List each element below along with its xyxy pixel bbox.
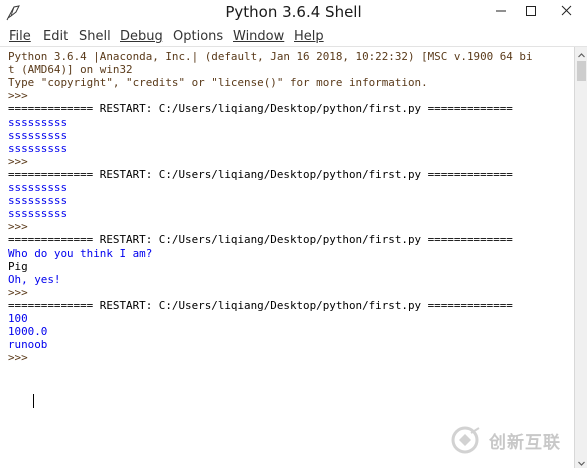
shell-line: Type "copyright", "credits" or "license(… <box>8 76 428 90</box>
shell-line: >>> <box>8 154 35 168</box>
menu-debug-label: Debug <box>120 29 163 44</box>
watermark: 创新互联 <box>449 425 577 455</box>
shell-text-area[interactable]: Python 3.6.4 |Anaconda, Inc.| (default, … <box>0 47 574 468</box>
scroll-down-icon[interactable] <box>575 455 587 468</box>
shell-line: sssssssss <box>8 207 68 221</box>
scroll-up-icon[interactable] <box>575 47 587 60</box>
shell-line: Who do you think I am? <box>8 246 153 260</box>
menu-options[interactable]: Options <box>173 29 223 44</box>
menu-file-label: File <box>9 29 31 44</box>
menu-debug[interactable]: Debug <box>120 29 163 44</box>
vertical-scrollbar[interactable] <box>574 47 587 468</box>
shell-line: 1000.0 <box>8 325 48 339</box>
menu-window[interactable]: Window <box>233 29 284 44</box>
shell-line: >>> <box>8 220 35 234</box>
shell-line: >>> <box>8 351 35 365</box>
minimize-icon[interactable] <box>486 0 516 22</box>
menu-bar: File Edit Shell Debug Options Window Hel… <box>0 27 587 47</box>
shell-line: ============= RESTART: C:/Users/liqiang/… <box>8 167 513 181</box>
shell-line: Oh, yes! <box>8 272 61 286</box>
menu-edit[interactable]: Edit <box>43 29 68 44</box>
shell-line: ============= RESTART: C:/Users/liqiang/… <box>8 102 513 116</box>
menu-window-label: Window <box>233 29 285 44</box>
menu-file[interactable]: File <box>9 29 31 44</box>
text-cursor <box>33 394 34 408</box>
shell-line: runoob <box>8 338 48 352</box>
maximize-icon[interactable] <box>516 0 546 22</box>
shell-line: sssssssss <box>8 181 68 194</box>
idle-shell-window: Python 3.6.4 Shell File Edit Shell Debug… <box>0 0 587 470</box>
shell-line: sssssssss <box>8 115 68 129</box>
menu-help-label: Help <box>294 29 324 44</box>
watermark-logo-icon <box>451 426 480 454</box>
shell-line: sssssssss <box>8 128 68 142</box>
menu-options-label: Options <box>173 29 224 44</box>
shell-line: >>> <box>8 285 35 299</box>
menu-help[interactable]: Help <box>294 29 324 44</box>
shell-line: ============= RESTART: C:/Users/liqiang/… <box>8 233 513 247</box>
title-bar[interactable]: Python 3.6.4 Shell <box>0 0 587 26</box>
shell-line: ============= RESTART: C:/Users/liqiang/… <box>8 298 513 312</box>
shell-line: 100 <box>8 312 28 325</box>
watermark-text: 创新互联 <box>489 433 561 453</box>
shell-line: t (AMD64)] on win32 <box>8 63 133 77</box>
shell-line: Python 3.6.4 |Anaconda, Inc.| (default, … <box>8 50 533 63</box>
scrollbar-thumb[interactable] <box>577 61 586 81</box>
close-icon[interactable] <box>546 0 587 22</box>
menu-edit-label: Edit <box>43 29 69 44</box>
shell-line: sssssssss <box>8 194 68 208</box>
menu-shell[interactable]: Shell <box>79 29 111 44</box>
menu-shell-label: Shell <box>79 29 111 44</box>
shell-line: >>> <box>8 89 35 103</box>
shell-line: Pig <box>8 259 28 273</box>
shell-line: sssssssss <box>8 141 68 155</box>
